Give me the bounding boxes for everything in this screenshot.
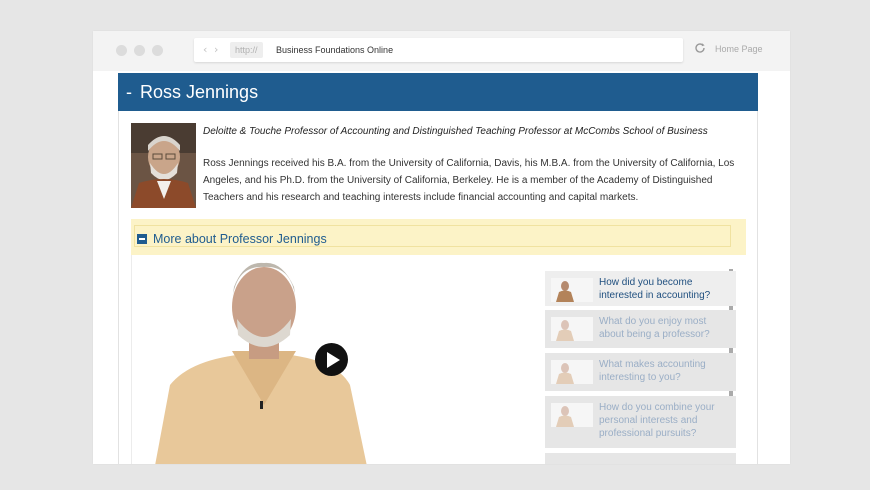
video-player[interactable]: [132, 255, 527, 464]
reload-icon[interactable]: [693, 41, 707, 55]
playlist-item-label: What makes accounting interesting to you…: [599, 359, 706, 383]
home-page-link[interactable]: Home Page: [715, 44, 763, 54]
playlist-item-3[interactable]: What makes accounting interesting to you…: [545, 353, 736, 391]
thumbnail-image: [551, 317, 593, 341]
video-section: How did you become interested in account…: [131, 255, 746, 464]
thumbnail-image: [551, 360, 593, 384]
playlist-item-label: What do you enjoy most about being a pro…: [599, 316, 710, 340]
playlist-item-label: How do you combine your personal interes…: [599, 402, 715, 439]
playlist-item-label: How did you become interested in account…: [599, 277, 711, 301]
window-maximize-dot[interactable]: [152, 45, 163, 56]
playlist-item-1[interactable]: How did you become interested in account…: [545, 271, 736, 306]
window-close-dot[interactable]: [116, 45, 127, 56]
more-about-label[interactable]: More about Professor Jennings: [153, 231, 327, 247]
professor-title: Deloitte & Touche Professor of Accountin…: [203, 126, 708, 137]
playlist-item-4[interactable]: How do you combine your personal interes…: [545, 396, 736, 448]
playlist-item-2[interactable]: What do you enjoy most about being a pro…: [545, 310, 736, 348]
collapse-square-icon[interactable]: [137, 234, 147, 244]
url-text[interactable]: Business Foundations Online: [276, 38, 393, 62]
more-about-section[interactable]: More about Professor Jennings: [131, 219, 746, 255]
address-bar[interactable]: ‹ › http:// Business Foundations Online: [194, 38, 683, 62]
browser-window: ‹ › http:// Business Foundations Online …: [93, 31, 790, 464]
thumbnail-image: [551, 278, 593, 302]
professor-portrait: [131, 123, 196, 208]
browser-toolbar: ‹ › http:// Business Foundations Online …: [93, 31, 790, 71]
window-minimize-dot[interactable]: [134, 45, 145, 56]
video-playlist: How did you become interested in account…: [545, 271, 742, 464]
chevron-left-icon[interactable]: ‹: [203, 43, 207, 56]
profile-name: Ross Jennings: [140, 82, 259, 102]
collapse-toggle[interactable]: -: [126, 81, 132, 103]
url-protocol: http://: [230, 42, 263, 58]
playlist-item-5[interactable]: [545, 453, 736, 464]
professor-bio: Ross Jennings received his B.A. from the…: [203, 158, 735, 203]
thumbnail-image: [551, 403, 593, 427]
play-icon[interactable]: [315, 343, 348, 376]
chevron-right-icon[interactable]: ›: [214, 43, 218, 56]
profile-content: Deloitte & Touche Professor of Accountin…: [118, 111, 758, 464]
profile-header[interactable]: - Ross Jennings: [118, 73, 758, 111]
